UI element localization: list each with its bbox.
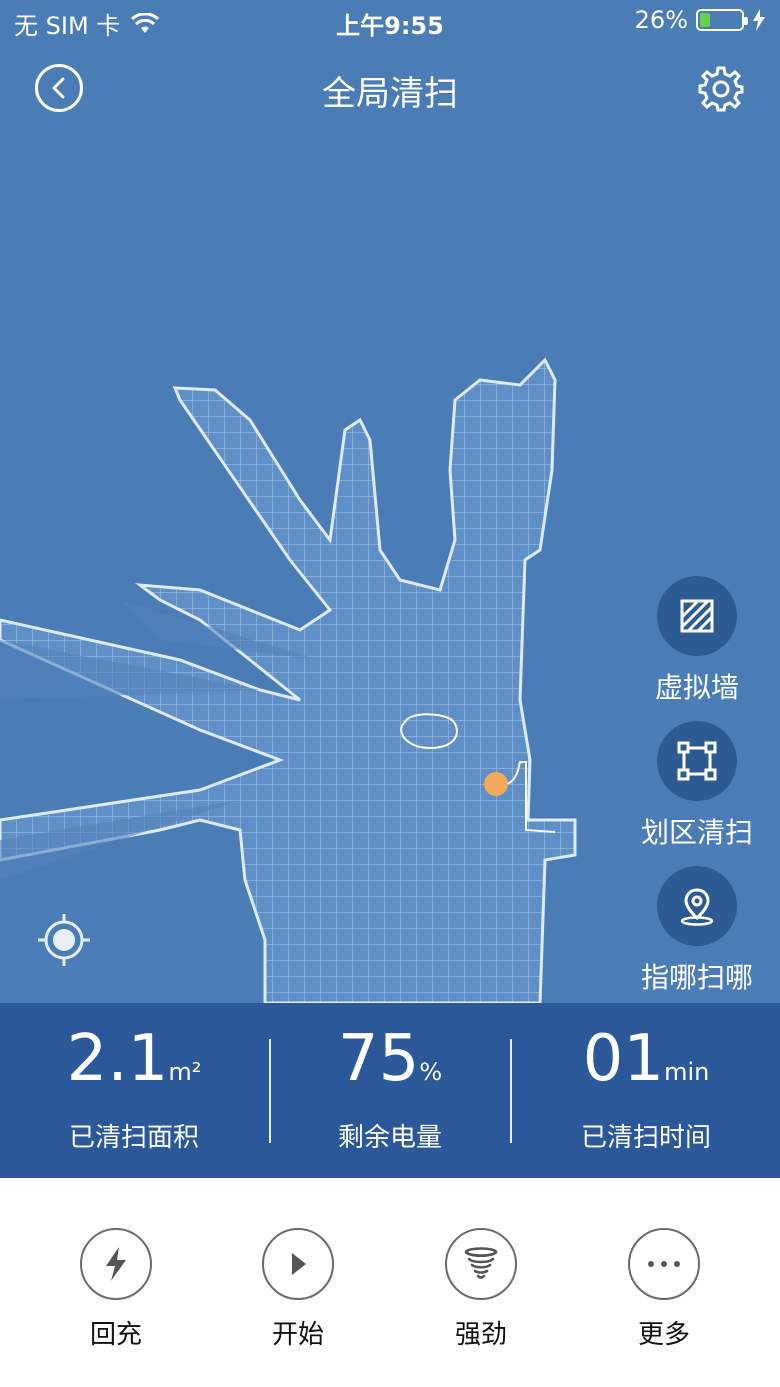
battery-value: 75: [337, 1022, 420, 1096]
zone-clean-button[interactable]: 划区清扫: [638, 721, 756, 849]
recharge-label: 回充: [89, 1320, 142, 1350]
spot-clean-button[interactable]: 指哪扫哪: [638, 866, 756, 994]
charging-bolt-icon: [753, 9, 765, 31]
robot-marker: [484, 772, 508, 796]
gear-icon: [698, 66, 744, 112]
settings-button[interactable]: [696, 64, 746, 114]
location-pin-icon: [680, 888, 714, 926]
area-label: 已清扫面积: [68, 1123, 199, 1153]
crosshair-icon: [38, 914, 90, 966]
more-dots-icon: [648, 1261, 680, 1267]
lightning-icon: [106, 1247, 126, 1281]
virtual-wall-label: 虚拟墙: [654, 671, 739, 704]
locate-robot-button[interactable]: [36, 912, 92, 968]
start-label: 开始: [271, 1320, 324, 1350]
nav-bar: 全局清扫: [0, 56, 780, 120]
virtual-wall-button[interactable]: 虚拟墙: [638, 576, 756, 704]
suction-power-button[interactable]: 强劲: [421, 1228, 541, 1351]
tornado-icon: [464, 1247, 498, 1279]
stats-divider-2: [510, 1039, 512, 1143]
suction-power-label: 强劲: [454, 1320, 507, 1350]
play-icon: [292, 1253, 306, 1275]
virtual-wall-icon: [680, 599, 714, 633]
area-unit: m²: [168, 1058, 202, 1086]
time-label: 已清扫时间: [580, 1123, 711, 1153]
status-bar: 无 SIM 卡 上午9:55 26%: [0, 0, 780, 44]
map-area[interactable]: 无 SIM 卡 上午9:55 26% 全局清扫 虚拟墙 划区清扫 指哪扫哪: [0, 0, 780, 1003]
time-value: 01: [582, 1022, 665, 1096]
cleaning-map[interactable]: [0, 0, 780, 1003]
more-button[interactable]: 更多: [604, 1228, 724, 1351]
zone-clean-label: 划区清扫: [640, 816, 753, 849]
map-floor-area: [0, 357, 577, 1003]
battery-stat: 75% 剩余电量: [260, 1021, 520, 1154]
time-stat: 01min 已清扫时间: [516, 1021, 776, 1154]
bottom-controls: 回充 开始 强劲 更多: [0, 1178, 780, 1387]
page-title: 全局清扫: [322, 74, 458, 114]
area-value: 2.1: [66, 1022, 169, 1096]
start-button[interactable]: 开始: [238, 1228, 358, 1351]
spot-clean-label: 指哪扫哪: [640, 961, 753, 994]
recharge-button[interactable]: 回充: [56, 1228, 176, 1351]
more-label: 更多: [637, 1320, 690, 1350]
time-unit: min: [664, 1058, 710, 1086]
area-stat: 2.1m² 已清扫面积: [4, 1021, 264, 1154]
battery-unit: %: [419, 1058, 443, 1086]
battery-percent: 26%: [634, 6, 688, 34]
battery-label: 剩余电量: [337, 1123, 442, 1153]
stats-bar: 2.1m² 已清扫面积 75% 剩余电量 01min 已清扫时间: [0, 1003, 780, 1178]
zone-select-icon: [677, 741, 717, 781]
battery-icon: [696, 9, 748, 31]
